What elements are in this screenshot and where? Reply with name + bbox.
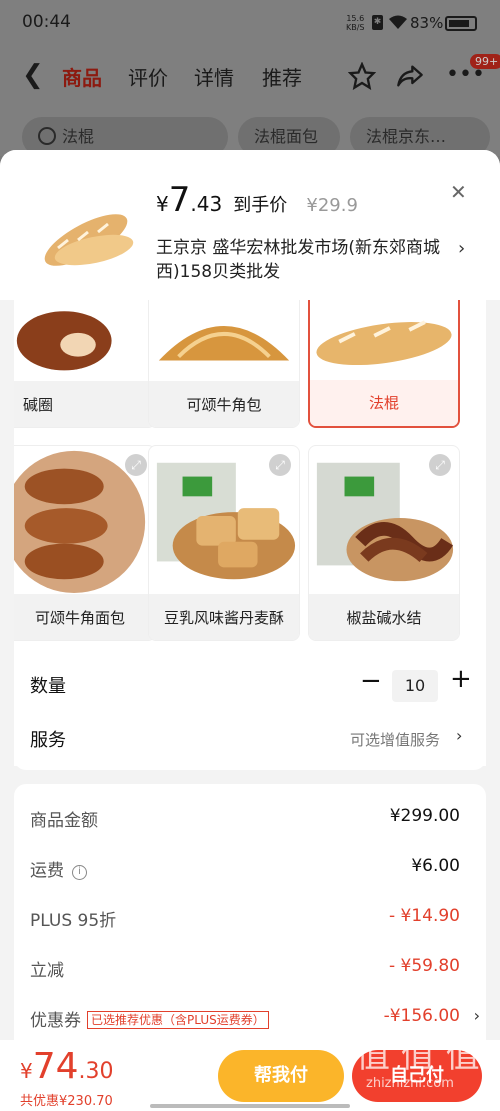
coupon-tag: 已选推荐优惠（含PLUS运费券） bbox=[87, 1011, 269, 1029]
service-label: 服务 bbox=[30, 730, 66, 751]
chevron-right-icon: › bbox=[456, 726, 463, 745]
variant-card[interactable]: ⤢ 可颂牛角面包 bbox=[14, 445, 156, 641]
expand-icon[interactable]: ⤢ bbox=[429, 454, 451, 476]
decrease-button[interactable]: − bbox=[360, 666, 382, 696]
search-suggestions: 法棍 法棍面包 法棍京东… bbox=[0, 106, 500, 157]
product-header: ¥7.43 到手价 ¥29.9 ✕ 王京京 盛华宏林批发市场(新东郊商城西)15… bbox=[0, 150, 500, 300]
service-row[interactable]: 服务 可选增值服务 › bbox=[14, 714, 486, 770]
variant-label: 可颂牛角面包 bbox=[14, 594, 155, 640]
help-me-pay-button[interactable]: 帮我付 bbox=[218, 1050, 344, 1102]
variant-label: 碱圈 bbox=[14, 381, 155, 427]
chevron-right-icon[interactable]: › bbox=[458, 238, 465, 259]
variant-card[interactable]: ⤢ 椒盐碱水结 bbox=[308, 445, 460, 641]
bottom-bar: ¥74.30 共优惠¥230.70 帮我付 自己付 bbox=[0, 1040, 500, 1111]
tab-product[interactable]: 商品 bbox=[62, 62, 102, 91]
battery-percent: 83% bbox=[410, 14, 444, 32]
message-badge: 99+ bbox=[470, 54, 500, 69]
coupon-row[interactable]: 优惠券 已选推荐优惠（含PLUS运费券） -¥156.00 › bbox=[30, 1006, 480, 1036]
quantity-input[interactable]: 10 bbox=[392, 670, 438, 702]
summary-row: PLUS 95折 - ¥14.90 bbox=[30, 906, 460, 931]
status-time: 00:44 bbox=[22, 12, 71, 32]
wifi-icon bbox=[389, 15, 407, 29]
quantity-row: 数量 − 10 + bbox=[14, 658, 486, 714]
chevron-right-icon: › bbox=[473, 1006, 480, 1025]
star-icon[interactable] bbox=[348, 62, 376, 90]
battery-icon bbox=[445, 16, 477, 31]
bluetooth-icon: ✱ bbox=[372, 15, 383, 30]
summary-row: 立减 - ¥59.80 bbox=[30, 956, 460, 981]
service-value: 可选增值服务 bbox=[350, 731, 441, 749]
variant-label: 可颂牛角包 bbox=[149, 381, 299, 427]
price-block: ¥7.43 到手价 ¥29.9 bbox=[156, 180, 358, 220]
price-decimal: .43 bbox=[190, 192, 223, 216]
info-icon[interactable]: i bbox=[72, 865, 87, 880]
original-price: ¥29.9 bbox=[306, 195, 358, 216]
close-icon[interactable]: ✕ bbox=[450, 180, 467, 204]
total-price: ¥74.30 bbox=[20, 1046, 114, 1087]
increase-button[interactable]: + bbox=[450, 664, 472, 694]
search-icon bbox=[38, 127, 56, 145]
total-saved: 共优惠¥230.70 bbox=[20, 1094, 113, 1109]
back-icon[interactable]: ❮ bbox=[22, 60, 44, 90]
share-icon[interactable] bbox=[396, 62, 424, 90]
quantity-label: 数量 bbox=[30, 676, 66, 697]
top-nav: ❮ 商品 评价 详情 推荐 ••• 99+ bbox=[0, 46, 500, 106]
variant-label: 豆乳风味酱丹麦酥 bbox=[149, 594, 299, 640]
expand-icon[interactable]: ⤢ bbox=[269, 454, 291, 476]
status-bar: 00:44 15.6 KB/S ✱ 83% bbox=[0, 0, 500, 46]
tab-recommend[interactable]: 推荐 bbox=[262, 62, 302, 91]
variant-card-selected[interactable]: 法棍 bbox=[308, 300, 460, 428]
expand-icon[interactable]: ⤢ bbox=[125, 454, 147, 476]
price-integer: 7 bbox=[168, 180, 191, 220]
product-thumbnail bbox=[28, 178, 138, 288]
shop-name[interactable]: 王京京 盛华宏林批发市场(新东郊商城西)158贝类批发 bbox=[156, 236, 456, 284]
variant-card[interactable]: 可颂牛角包 bbox=[148, 300, 300, 428]
tab-reviews[interactable]: 评价 bbox=[128, 62, 168, 91]
variant-card[interactable]: 碱圈 bbox=[14, 300, 156, 428]
variant-card[interactable]: ⤢ 豆乳风味酱丹麦酥 bbox=[148, 445, 300, 641]
network-speed: 15.6 KB/S bbox=[346, 14, 365, 32]
pay-myself-button[interactable]: 自己付 bbox=[352, 1050, 482, 1102]
variant-label: 法棍 bbox=[310, 380, 458, 426]
price-label: 到手价 bbox=[233, 195, 288, 216]
price-summary: 商品金额 ¥299.00 运费 i ¥6.00 PLUS 95折 - ¥14.90… bbox=[14, 784, 486, 1064]
summary-row: 运费 i ¥6.00 bbox=[30, 856, 460, 881]
summary-row: 商品金额 ¥299.00 bbox=[30, 806, 460, 831]
home-indicator bbox=[150, 1104, 350, 1108]
sku-selector-sheet: ¥7.43 到手价 ¥29.9 ✕ 王京京 盛华宏林批发市场(新东郊商城西)15… bbox=[0, 150, 500, 1111]
variant-label: 椒盐碱水结 bbox=[309, 594, 459, 640]
tab-details[interactable]: 详情 bbox=[194, 62, 234, 91]
